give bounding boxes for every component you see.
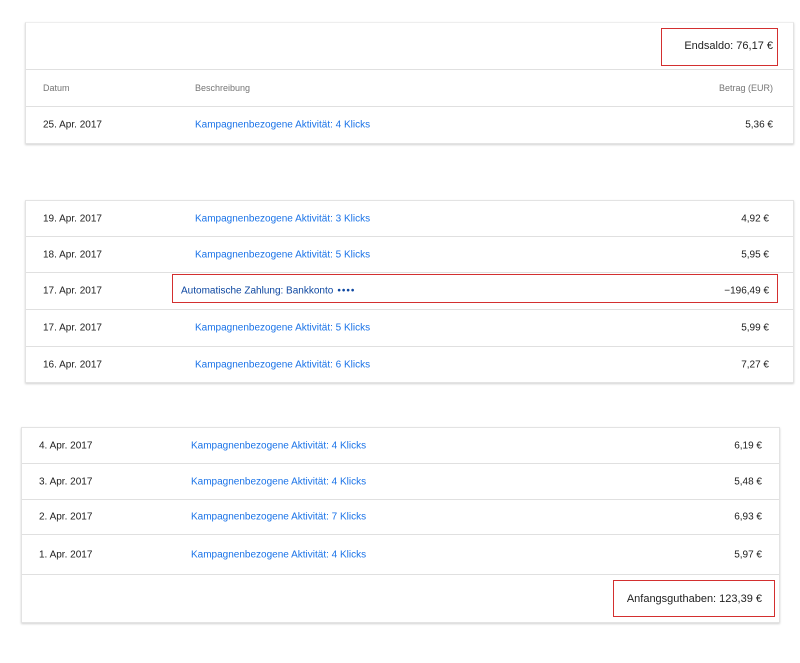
table-row: 25. Apr. 2017 Kampagnenbezogene Aktivitä…: [26, 107, 793, 142]
row-amount: 5,97 €: [734, 549, 762, 560]
header-amount[interactable]: Betrag (EUR): [719, 83, 773, 93]
row-description-link[interactable]: Kampagnenbezogene Aktivität: 4 Klicks: [195, 119, 370, 130]
row-date: 4. Apr. 2017: [39, 440, 93, 451]
row-date: 19. Apr. 2017: [43, 213, 102, 224]
row-description-link[interactable]: Kampagnenbezogene Aktivität: 4 Klicks: [191, 549, 366, 560]
row-amount: 6,93 €: [734, 511, 762, 523]
table-row: 4. Apr. 2017 Kampagnenbezogene Aktivität…: [22, 428, 779, 464]
row-description-link[interactable]: Kampagnenbezogene Aktivität: 4 Klicks: [191, 476, 366, 487]
header-description[interactable]: Beschreibung: [195, 83, 250, 93]
row-date: 3. Apr. 2017: [39, 476, 93, 487]
start-balance-highlight: [613, 580, 775, 617]
row-amount: 6,19 €: [734, 440, 762, 451]
header-date[interactable]: Datum: [43, 83, 70, 93]
table-header: Datum Beschreibung Betrag (EUR): [26, 70, 793, 107]
table-row: 1. Apr. 2017 Kampagnenbezogene Aktivität…: [22, 535, 779, 575]
row-amount: 5,36 €: [745, 119, 773, 130]
row-date: 18. Apr. 2017: [43, 249, 102, 260]
row-amount: 5,48 €: [734, 476, 762, 487]
row-description-link[interactable]: Kampagnenbezogene Aktivität: 3 Klicks: [195, 213, 370, 224]
row-description-link[interactable]: Kampagnenbezogene Aktivität: 4 Klicks: [191, 440, 366, 451]
row-date: 2. Apr. 2017: [39, 511, 93, 523]
row-amount: 4,92 €: [741, 213, 769, 224]
row-amount: 7,27 €: [741, 359, 769, 370]
row-date: 17. Apr. 2017: [43, 285, 102, 297]
table-row: 16. Apr. 2017 Kampagnenbezogene Aktivitä…: [26, 347, 793, 382]
row-date: 16. Apr. 2017: [43, 359, 102, 370]
row-date: 1. Apr. 2017: [39, 549, 93, 560]
table-row: 2. Apr. 2017 Kampagnenbezogene Aktivität…: [22, 500, 779, 535]
row-amount: 5,99 €: [741, 322, 769, 334]
row-date: 17. Apr. 2017: [43, 322, 102, 334]
payment-row-highlight: [172, 274, 778, 303]
table-row: 17. Apr. 2017 Kampagnenbezogene Aktivitä…: [26, 310, 793, 347]
row-description-link[interactable]: Kampagnenbezogene Aktivität: 5 Klicks: [195, 323, 370, 334]
end-balance-highlight: [661, 28, 778, 66]
row-description-link[interactable]: Kampagnenbezogene Aktivität: 5 Klicks: [195, 249, 370, 260]
row-description-link[interactable]: Kampagnenbezogene Aktivität: 7 Klicks: [191, 512, 366, 523]
row-amount: 5,95 €: [741, 249, 769, 260]
table-row: 19. Apr. 2017 Kampagnenbezogene Aktivitä…: [26, 201, 793, 237]
row-description-link[interactable]: Kampagnenbezogene Aktivität: 6 Klicks: [195, 359, 370, 370]
table-row: 18. Apr. 2017 Kampagnenbezogene Aktivitä…: [26, 237, 793, 273]
row-date: 25. Apr. 2017: [43, 119, 102, 130]
table-row: 3. Apr. 2017 Kampagnenbezogene Aktivität…: [22, 464, 779, 500]
